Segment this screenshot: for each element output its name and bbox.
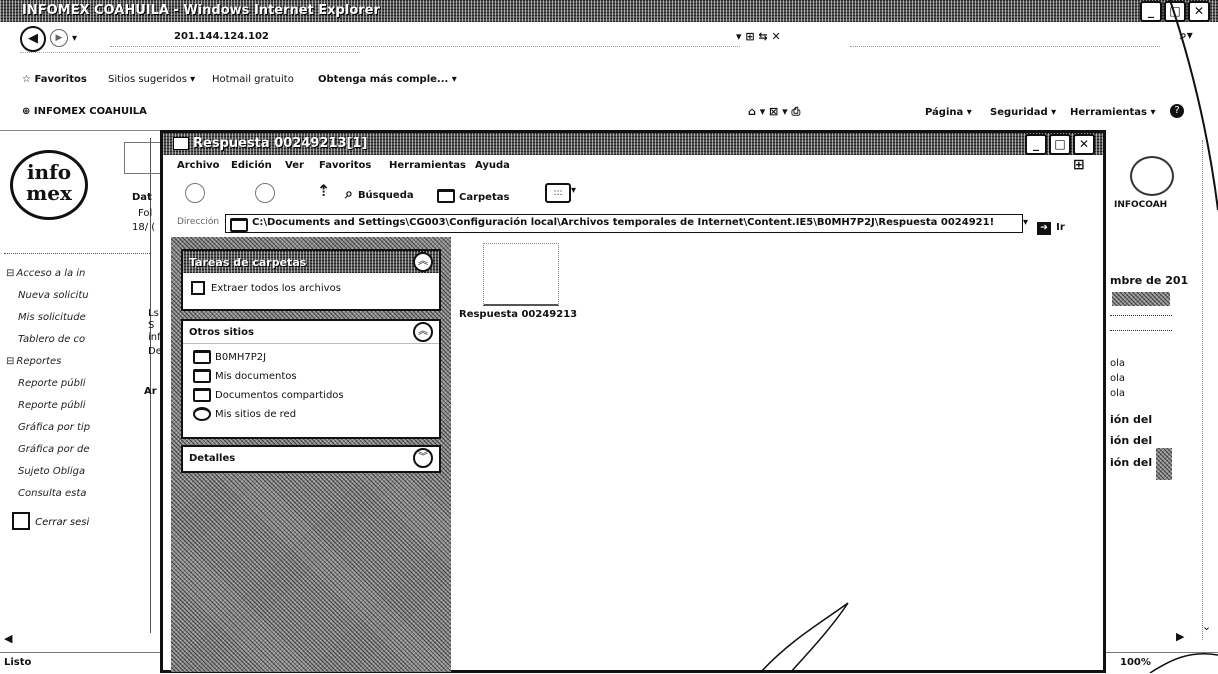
annotation-stroke-bottom [759,602,849,673]
annotation-stroke-right [1169,0,1218,211]
annotation-stroke-corner [1149,653,1218,673]
pen-annotation [759,0,1218,673]
